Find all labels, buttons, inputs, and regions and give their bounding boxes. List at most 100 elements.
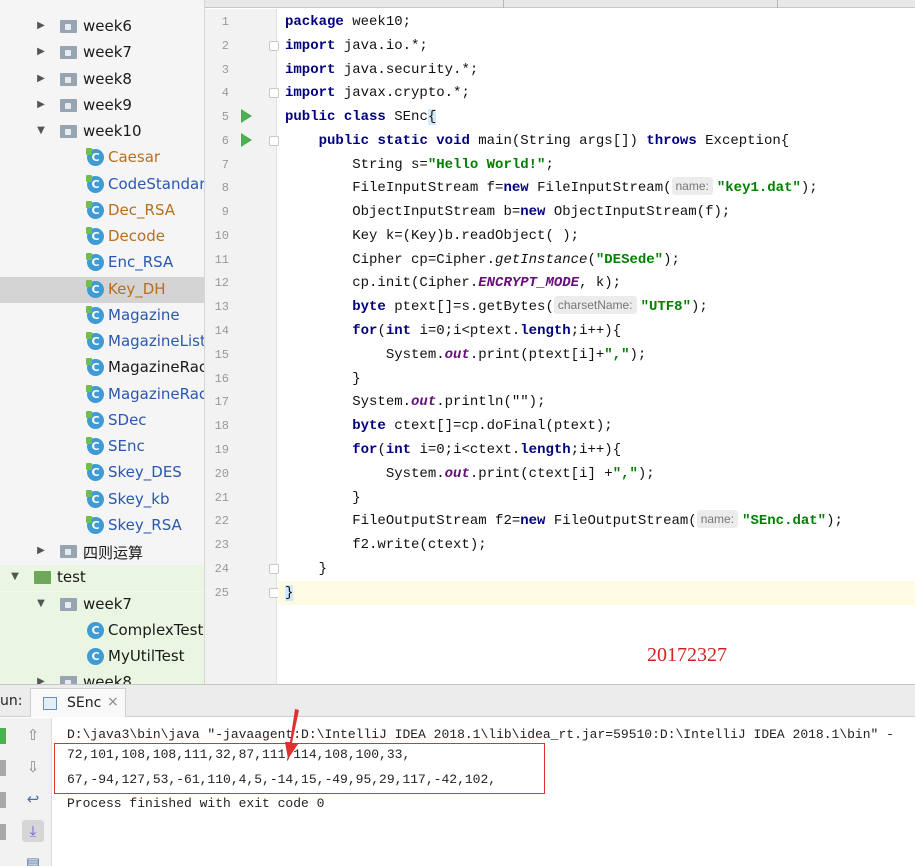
tree-item[interactable]: CMagazineRack — [0, 382, 204, 408]
chevron-right-icon[interactable]: ▶ — [34, 72, 48, 86]
code-line-5: public class SEnc{ — [285, 105, 437, 129]
run-gutter-icon[interactable] — [241, 133, 252, 147]
rerun-icon[interactable] — [0, 728, 6, 744]
class-icon: C — [86, 463, 104, 481]
class-icon: C — [87, 648, 104, 665]
tree-item[interactable]: C SEnc — [0, 434, 204, 460]
editor-tab-strip[interactable] — [205, 0, 915, 8]
tree-item[interactable]: C Dec_RSA — [0, 198, 204, 224]
folder-icon — [60, 598, 77, 611]
code-text: ;i++){ — [570, 323, 622, 339]
tree-item[interactable]: C Decode — [0, 224, 204, 250]
fold-toggle-icon[interactable] — [269, 41, 279, 51]
dump-threads-icon[interactable] — [0, 824, 6, 840]
code-line-25: } — [285, 581, 294, 605]
static-field: out — [444, 466, 470, 482]
tree-item[interactable]: ▶ week9 — [0, 93, 204, 119]
chevron-right-icon[interactable]: ▶ — [34, 544, 48, 558]
string-literal: "DESede" — [595, 252, 664, 268]
string-literal: "," — [604, 347, 630, 363]
stop-icon[interactable] — [0, 760, 6, 776]
tree-item[interactable]: ▶ week8 — [0, 67, 204, 93]
run-gutter-icon[interactable] — [241, 109, 252, 123]
tree-item[interactable]: ▼ test — [0, 565, 204, 591]
code-line-2: import java.io.*; — [285, 34, 428, 58]
line-number: 2 — [221, 39, 229, 53]
tree-item-label: Key_DH — [108, 280, 166, 298]
tree-item[interactable]: C Caesar — [0, 145, 204, 171]
chevron-right-icon[interactable]: ▶ — [34, 19, 48, 33]
code-editor[interactable]: 1 2 3 4 5 6 7 8 9 10 11 12 13 14 15 16 17 18 19 20 21 22 23 24 2… — [205, 0, 915, 684]
line-number: 13 — [214, 300, 229, 314]
keyword: length — [520, 323, 571, 339]
run-toolbar: ⇧ ⇩ ↩ ⤓ ▤ — [0, 718, 52, 866]
keyword: int — [385, 323, 412, 339]
pause-icon[interactable] — [0, 792, 6, 808]
folder-icon — [34, 571, 51, 584]
line-number: 16 — [214, 372, 229, 386]
tree-item[interactable]: C Skey_RSA — [0, 513, 204, 539]
chevron-down-icon[interactable]: ▼ — [34, 597, 48, 611]
arrow-up-icon[interactable]: ⇧ — [22, 724, 44, 746]
code-line-7: String s="Hello World!"; — [285, 153, 554, 177]
code-text: SEnc — [385, 109, 428, 125]
class-icon: C — [86, 253, 104, 271]
class-icon: C — [86, 201, 104, 219]
code-line-4: import javax.crypto.*; — [285, 81, 470, 105]
chevron-right-icon[interactable]: ▶ — [34, 675, 48, 684]
tree-item-label: 四则运算 — [83, 544, 144, 562]
tree-item[interactable]: C Enc_RSA — [0, 250, 204, 276]
fold-toggle-icon[interactable] — [269, 88, 279, 98]
code-text: , k); — [579, 275, 622, 291]
code-text: FileInputStream( — [528, 180, 672, 196]
code-text: .println(""); — [436, 394, 546, 410]
chevron-right-icon[interactable]: ▶ — [34, 98, 48, 112]
class-icon: C — [86, 437, 104, 455]
code-line-3: import java.security.*; — [285, 58, 478, 82]
soft-wrap-icon[interactable]: ↩ — [22, 788, 44, 810]
tree-item[interactable]: C ComplexTest — [0, 618, 204, 644]
line-number: 20 — [214, 467, 229, 481]
tree-item-label: Dec_RSA — [108, 201, 176, 219]
run-header: un: SEnc × — [0, 685, 915, 717]
code-line-20: System.out.print(ctext[i] +","); — [285, 462, 655, 486]
parameter-hint: name: — [671, 177, 713, 195]
code-line-22: FileOutputStream f2=new FileOutputStream… — [285, 509, 843, 533]
chevron-down-icon[interactable]: ▼ — [34, 124, 48, 138]
tree-item[interactable]: C Key_DH — [0, 277, 204, 303]
tree-item[interactable]: C Magazine — [0, 303, 204, 329]
tree-item-label: Enc_RSA — [108, 253, 174, 271]
tree-item-label: Skey_kb — [108, 490, 170, 508]
fold-toggle-icon[interactable] — [269, 136, 279, 146]
tree-item[interactable]: ▼ week10 — [0, 119, 204, 145]
line-number: 22 — [214, 514, 229, 528]
tree-item[interactable]: ▼ week7 — [0, 592, 204, 618]
scroll-to-end-icon[interactable]: ⤓ — [22, 820, 44, 842]
tree-item[interactable]: C Skey_kb — [0, 487, 204, 513]
tree-item[interactable]: C CodeStandard — [0, 172, 204, 198]
code-line-6: public static void main(String args[]) t… — [285, 129, 790, 153]
code-text: ); — [690, 299, 708, 315]
tree-item[interactable]: ▶ week6 — [0, 14, 204, 40]
chevron-down-icon[interactable]: ▼ — [8, 570, 22, 584]
code-text: ); — [826, 513, 843, 529]
tree-item[interactable]: ▶ 四则运算 — [0, 539, 204, 565]
fold-toggle-icon[interactable] — [269, 564, 279, 574]
tree-item[interactable]: CMagazineRack — [0, 355, 204, 381]
tree-item[interactable]: C Skey_DES — [0, 460, 204, 486]
arrow-down-icon[interactable]: ⇩ — [22, 756, 44, 778]
tree-item[interactable]: ▶ week7 — [0, 40, 204, 66]
tree-item[interactable]: C SDec — [0, 408, 204, 434]
line-number: 24 — [214, 562, 229, 576]
class-icon: C — [87, 622, 104, 639]
close-icon[interactable]: × — [107, 694, 119, 710]
tree-item[interactable]: C MagazineList — [0, 329, 204, 355]
run-tab-senc[interactable]: SEnc × — [30, 688, 126, 717]
tree-item[interactable]: C MyUtilTest — [0, 644, 204, 670]
tree-item[interactable]: ▶ week8 — [0, 670, 204, 684]
line-number: 3 — [221, 63, 229, 77]
line-number: 17 — [214, 395, 229, 409]
line-number: 7 — [221, 158, 229, 172]
print-icon[interactable]: ▤ — [22, 852, 44, 866]
chevron-right-icon[interactable]: ▶ — [34, 45, 48, 59]
